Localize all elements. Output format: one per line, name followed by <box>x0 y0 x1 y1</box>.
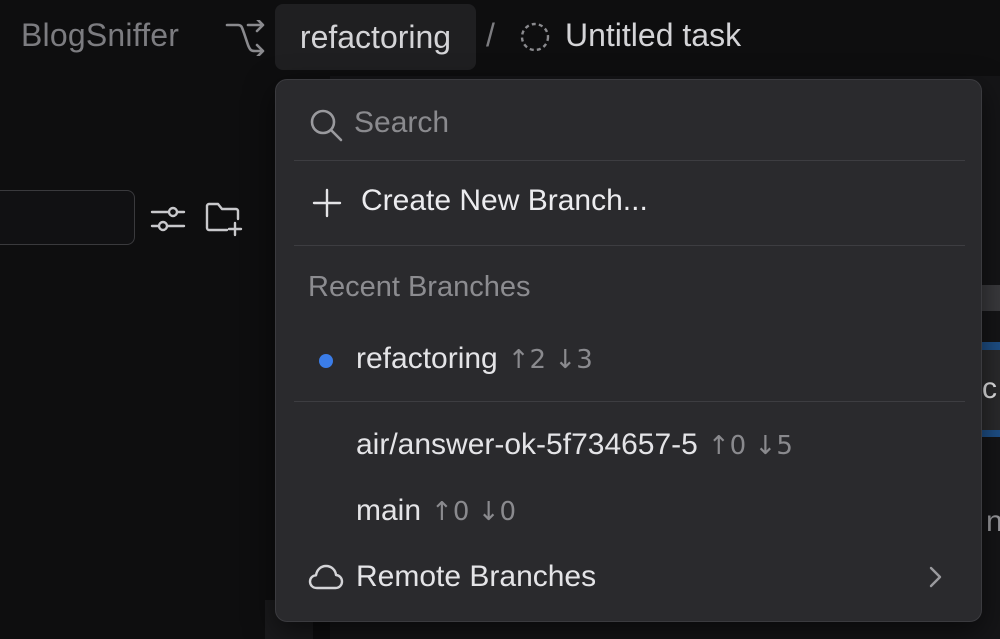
branch-item-refactoring[interactable]: refactoring ↑2 ↓3 <box>294 328 965 388</box>
search-icon <box>308 107 344 143</box>
branch-item-air-answer[interactable]: air/answer-ok-5f734657-5 ↑0 ↓5 <box>294 414 965 474</box>
branch-dropdown-menu: Create New Branch... Recent Branches ref… <box>275 79 982 622</box>
ahead-count: ↑0 <box>431 497 470 527</box>
ahead-count: ↑2 <box>507 345 547 375</box>
branch-item-main[interactable]: main ↑0 ↓0 <box>294 480 965 540</box>
branch-search-row <box>276 80 981 160</box>
branch-search-input[interactable] <box>354 100 934 146</box>
behind-count: ↓3 <box>554 345 593 375</box>
cloud-icon <box>308 563 344 591</box>
sliders-icon[interactable] <box>150 204 186 234</box>
recent-branches-header: Recent Branches <box>308 271 531 303</box>
top-bar: BlogSniffer refactoring / Untitled task <box>0 0 1000 76</box>
branch-sync-counts: ↑0 ↓0 <box>431 494 516 527</box>
branch-sync-counts: ↑0 ↓5 <box>708 428 793 461</box>
branch-name-text: air/answer-ok-5f734657-5 <box>356 428 698 461</box>
background-button-letter: c <box>982 372 997 405</box>
chevron-right-icon <box>925 564 945 590</box>
git-branch-icon <box>224 17 266 59</box>
app-window: c n BlogSniffer refactoring / Untitled t… <box>0 0 1000 639</box>
branch-label: refactoring ↑2 ↓3 <box>356 342 593 376</box>
filter-input[interactable] <box>0 190 135 245</box>
branch-label: main ↑0 ↓0 <box>356 494 516 528</box>
branch-sync-counts: ↑2 ↓3 <box>508 342 593 375</box>
branch-name-text: main <box>356 494 422 527</box>
folder-plus-icon[interactable] <box>205 200 243 238</box>
menu-divider <box>294 245 965 246</box>
background-text-letter: n <box>986 505 1000 538</box>
branch-label: air/answer-ok-5f734657-5 ↑0 ↓5 <box>356 428 793 462</box>
remote-branches-label: Remote Branches <box>356 560 597 593</box>
remote-branches-item[interactable]: Remote Branches <box>294 546 965 608</box>
branch-selector-label: refactoring <box>299 18 452 55</box>
behind-count: ↓5 <box>754 431 793 461</box>
behind-count: ↓0 <box>477 497 517 527</box>
dashed-circle-icon <box>519 21 551 53</box>
task-title[interactable]: Untitled task <box>565 17 741 54</box>
branch-selector-button[interactable]: refactoring <box>275 4 476 70</box>
branch-name-text: refactoring <box>356 342 498 375</box>
create-branch-label: Create New Branch... <box>361 184 648 217</box>
menu-divider <box>294 401 965 402</box>
breadcrumb-separator: / <box>486 17 495 53</box>
menu-divider <box>294 160 965 161</box>
ahead-count: ↑0 <box>707 431 747 461</box>
current-branch-indicator <box>319 354 333 368</box>
project-name[interactable]: BlogSniffer <box>21 17 179 54</box>
create-branch-item[interactable]: Create New Branch... <box>294 172 965 234</box>
plus-icon <box>312 188 342 218</box>
